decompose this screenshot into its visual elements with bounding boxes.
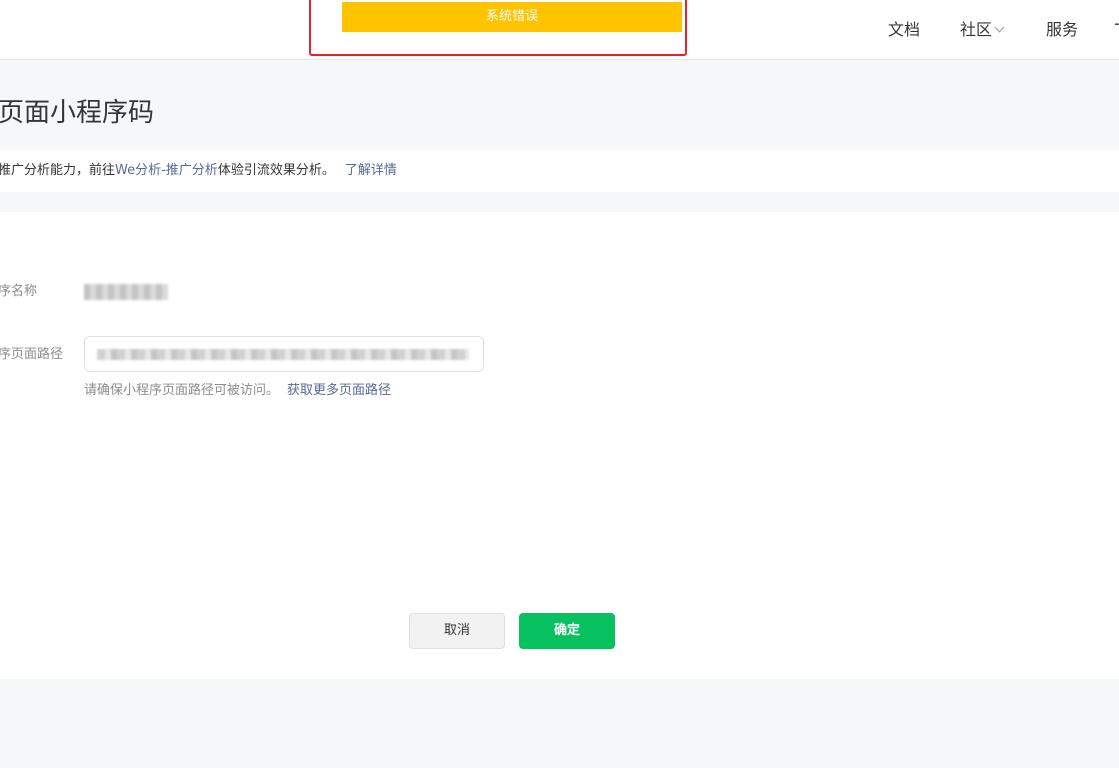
page-path-value-redacted [97, 349, 469, 360]
learn-more-link[interactable]: 了解详情 [345, 163, 397, 178]
page-path-label: 序页面路径 [0, 347, 64, 362]
error-highlight-frame [309, 0, 687, 56]
nav-community[interactable]: 社区 [960, 20, 1005, 40]
nav-more[interactable]: T [1115, 20, 1119, 40]
page-path-hint: 请确保小程序页面路径可被访问。 获取更多页面路径 [84, 381, 391, 401]
notice-prefix: 推广分析能力，前往 [0, 163, 116, 178]
notice-text: 推广分析能力，前往We分析-推广分析体验引流效果分析。 了解详情 [0, 150, 397, 192]
mini-program-name-value-redacted [84, 284, 168, 300]
cancel-button[interactable]: 取消 [409, 613, 505, 649]
page-path-hint-text: 请确保小程序页面路径可被访问。 [84, 383, 280, 398]
chevron-down-icon [994, 22, 1005, 33]
page-path-input[interactable] [84, 336, 484, 372]
confirm-button[interactable]: 确定 [519, 613, 615, 649]
notice-suffix: 体验引流效果分析。 [217, 163, 335, 178]
nav-community-label: 社区 [960, 20, 993, 39]
get-more-paths-link[interactable]: 获取更多页面路径 [287, 383, 391, 398]
notice-bar: 推广分析能力，前往We分析-推广分析体验引流效果分析。 了解详情 [0, 150, 1119, 192]
nav-service[interactable]: 服务 [1046, 20, 1078, 40]
top-navigation-bar: 系统错误 文档 社区 服务 T [0, 0, 1119, 60]
we-analysis-link[interactable]: We分析-推广分析 [115, 163, 218, 178]
form-card: 序名称 序页面路径 请确保小程序页面路径可被访问。 获取更多页面路径 取消 确定 [0, 212, 1119, 679]
nav-docs[interactable]: 文档 [888, 20, 920, 40]
page-title: 页面小程序码 [0, 98, 155, 128]
mini-program-name-label: 序名称 [0, 284, 38, 299]
